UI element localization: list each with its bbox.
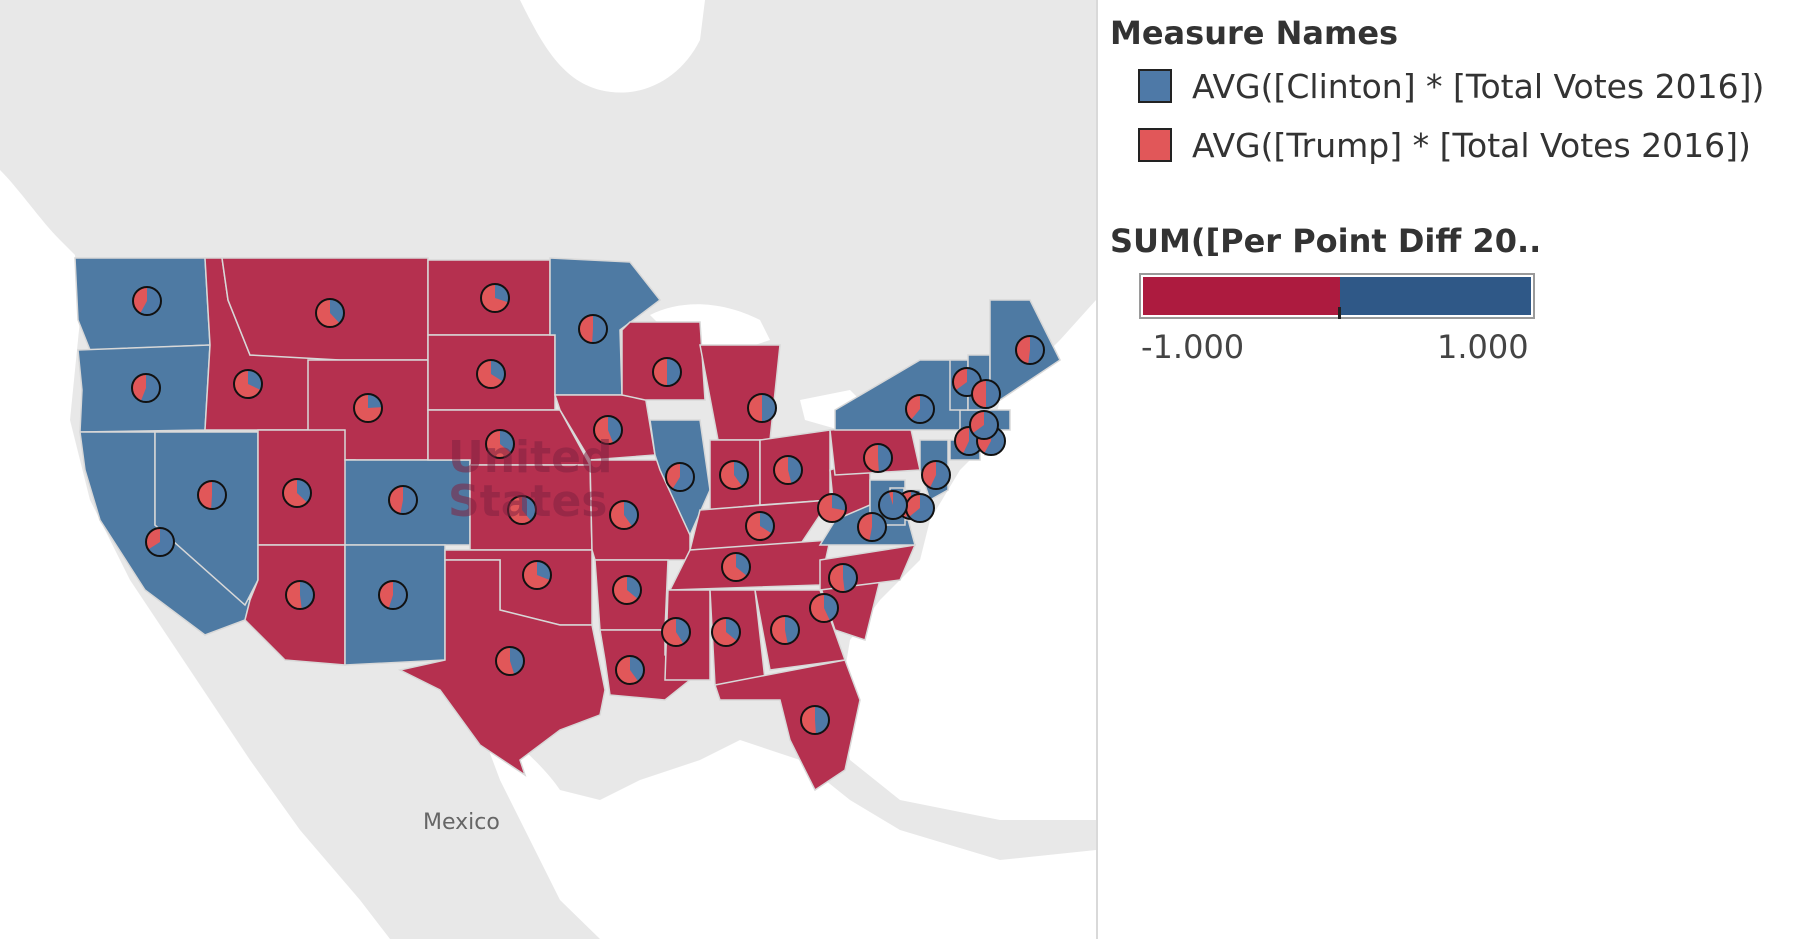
- pie-ut[interactable]: [282, 478, 312, 508]
- pie-sc[interactable]: [809, 593, 839, 623]
- color-ramp[interactable]: [1139, 273, 1535, 319]
- pie-or[interactable]: [131, 373, 161, 403]
- pie-ny[interactable]: [905, 394, 935, 424]
- pie-ms[interactable]: [661, 617, 691, 647]
- mexico-label: Mexico: [423, 810, 500, 835]
- country-label: United States: [448, 436, 613, 524]
- pie-dc[interactable]: [878, 490, 908, 520]
- pie-nj[interactable]: [921, 460, 951, 490]
- pie-ca[interactable]: [145, 527, 175, 557]
- legend-swatch-clinton: [1138, 69, 1172, 103]
- color-ramp-max-label: 1.000: [1437, 328, 1529, 366]
- color-ramp-zero-tick: [1338, 307, 1341, 319]
- legend-item-trump[interactable]: AVG([Trump] * [Total Votes 2016]): [1138, 125, 1751, 165]
- pie-wy[interactable]: [353, 393, 383, 423]
- pie-co[interactable]: [388, 485, 418, 515]
- legend-pane: Measure Names AVG([Clinton] * [Total Vot…: [1110, 0, 1790, 939]
- color-ramp-min-label: -1.000: [1141, 328, 1245, 366]
- pie-va[interactable]: [857, 512, 887, 542]
- pie-tx[interactable]: [495, 646, 525, 676]
- color-ramp-positive: [1340, 277, 1531, 315]
- legend-item-clinton[interactable]: AVG([Clinton] * [Total Votes 2016]): [1138, 66, 1764, 106]
- pie-ok[interactable]: [522, 560, 552, 590]
- pie-nh[interactable]: [971, 379, 1001, 409]
- pie-wv[interactable]: [817, 493, 847, 523]
- pie-tn[interactable]: [721, 552, 751, 582]
- country-label-line2: States: [448, 476, 608, 527]
- pie-az[interactable]: [285, 580, 315, 610]
- pie-ga[interactable]: [770, 615, 800, 645]
- map-pane[interactable]: United States Mexico: [0, 0, 1098, 939]
- pie-pa[interactable]: [863, 443, 893, 473]
- pie-nc[interactable]: [828, 563, 858, 593]
- pie-in[interactable]: [719, 460, 749, 490]
- pie-nv[interactable]: [197, 480, 227, 510]
- country-label-line1: United: [448, 432, 613, 483]
- pie-nd[interactable]: [480, 283, 510, 313]
- pie-wi[interactable]: [652, 357, 682, 387]
- pie-ar[interactable]: [612, 575, 642, 605]
- pie-ky[interactable]: [745, 511, 775, 541]
- pie-sd[interactable]: [476, 359, 506, 389]
- pie-la[interactable]: [615, 655, 645, 685]
- pie-il[interactable]: [665, 462, 695, 492]
- pie-fl[interactable]: [800, 705, 830, 735]
- pie-mt[interactable]: [315, 298, 345, 328]
- color-ramp-negative: [1143, 277, 1340, 315]
- pie-mo[interactable]: [609, 500, 639, 530]
- legend-label-clinton: AVG([Clinton] * [Total Votes 2016]): [1192, 66, 1765, 106]
- pie-ma[interactable]: [969, 410, 999, 440]
- pie-md[interactable]: [905, 493, 935, 523]
- pie-oh[interactable]: [773, 455, 803, 485]
- legend-swatch-trump: [1138, 128, 1172, 162]
- pie-nm[interactable]: [378, 580, 408, 610]
- pie-mi[interactable]: [747, 393, 777, 423]
- measure-names-title: Measure Names: [1110, 14, 1399, 52]
- pie-wa[interactable]: [132, 286, 162, 316]
- pie-al[interactable]: [711, 617, 741, 647]
- color-legend-title: SUM([Per Point Diff 20..: [1110, 222, 1542, 260]
- pie-id[interactable]: [233, 369, 263, 399]
- pie-mn[interactable]: [578, 314, 608, 344]
- pie-me[interactable]: [1015, 335, 1045, 365]
- legend-label-trump: AVG([Trump] * [Total Votes 2016]): [1192, 125, 1751, 165]
